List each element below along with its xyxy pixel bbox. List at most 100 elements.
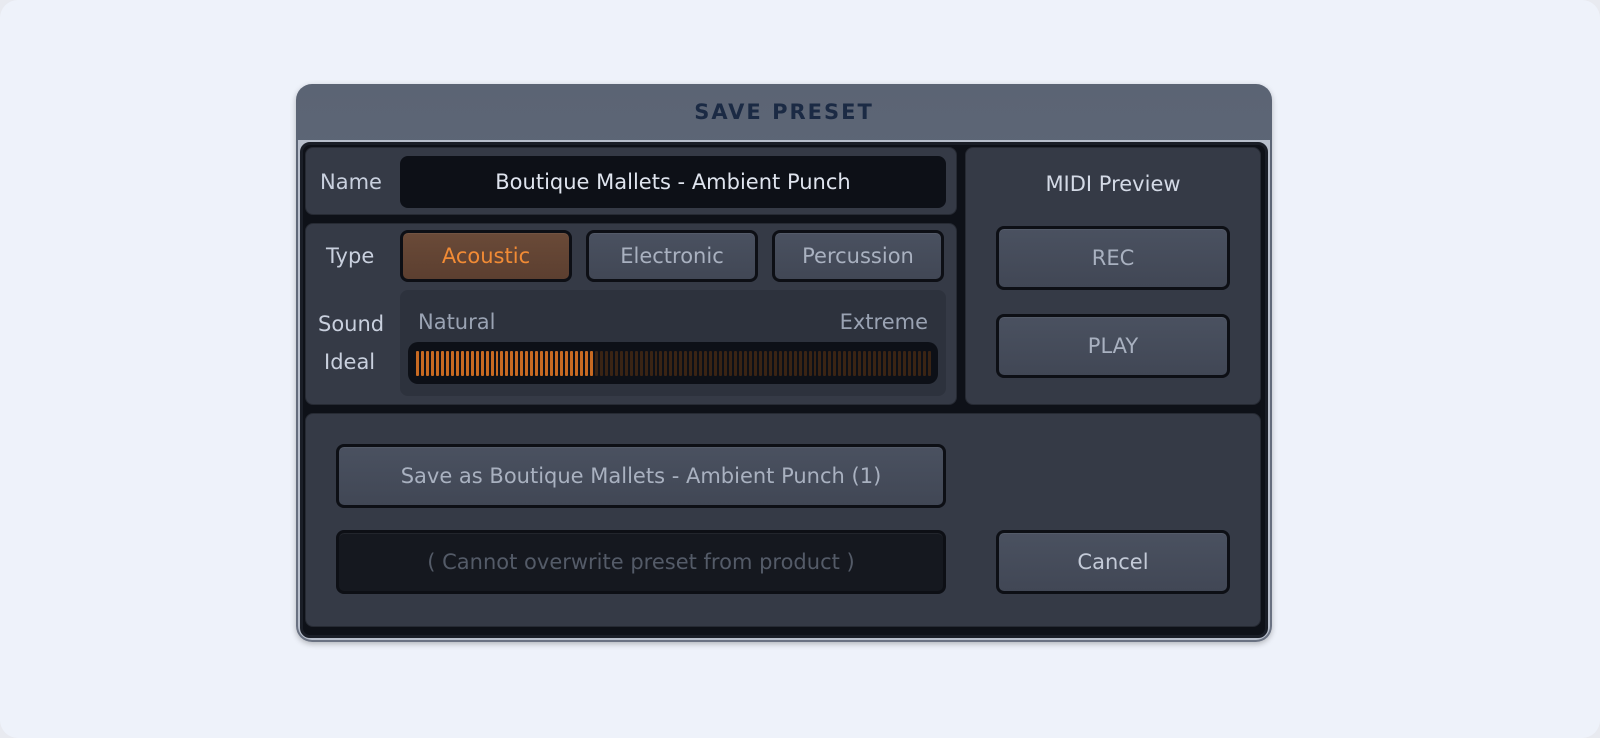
preset-name-field[interactable]: Boutique Mallets - Ambient Punch (400, 156, 946, 208)
meter-tick (485, 351, 489, 376)
meter-tick (674, 351, 678, 376)
meter-tick (425, 351, 429, 376)
meter-tick (917, 351, 921, 376)
meter-tick (589, 351, 593, 376)
meter-tick (634, 351, 638, 376)
meter-tick (878, 351, 882, 376)
meter-tick (450, 351, 454, 376)
meter-tick (599, 351, 603, 376)
meter-tick (823, 351, 827, 376)
meter-tick (714, 351, 718, 376)
meter-tick (649, 351, 653, 376)
meter-tick (763, 351, 767, 376)
meter-tick (709, 351, 713, 376)
meter-tick (927, 351, 931, 376)
sound-ideal-slider: Natural Extreme (400, 290, 946, 396)
meter-tick (818, 351, 822, 376)
play-button[interactable]: PLAY (996, 314, 1230, 378)
dialog-body: Name Boutique Mallets - Ambient Punch Ty… (300, 142, 1268, 638)
meter-tick (664, 351, 668, 376)
type-percussion-button[interactable]: Percussion (772, 230, 944, 282)
meter-tick (729, 351, 732, 376)
meter-tick (813, 351, 817, 376)
meter-tick (748, 351, 752, 376)
save-as-button[interactable]: Save as Boutique Mallets - Ambient Punch… (336, 444, 946, 508)
meter-tick (575, 351, 578, 376)
meter-tick (828, 351, 832, 376)
meter-tick (510, 351, 514, 376)
meter-tick (594, 351, 598, 376)
actions-panel: Save as Boutique Mallets - Ambient Punch… (305, 413, 1261, 627)
meter-tick (669, 351, 673, 376)
type-sound-panel: Type Acoustic Electronic Percussion Soun… (305, 223, 957, 405)
meter-tick (888, 351, 891, 376)
meter-tick (753, 351, 757, 376)
natural-label: Natural (418, 310, 496, 334)
meter-tick (614, 351, 618, 376)
type-label: Type (326, 244, 375, 268)
meter-tick (768, 351, 772, 376)
rec-button[interactable]: REC (996, 226, 1230, 290)
meter-tick (838, 351, 842, 376)
meter-tick (609, 351, 613, 376)
meter-tick (570, 351, 573, 376)
type-acoustic-button[interactable]: Acoustic (400, 230, 572, 282)
meter-tick (654, 351, 658, 376)
meter-tick (773, 351, 777, 376)
meter-tick (480, 351, 484, 376)
name-panel: Name Boutique Mallets - Ambient Punch (305, 147, 957, 215)
dialog-title: SAVE PRESET (694, 100, 874, 124)
meter-tick (460, 351, 464, 376)
meter-tick (793, 351, 797, 376)
meter-tick (758, 351, 762, 376)
meter-tick (873, 351, 877, 376)
meter-tick (644, 351, 648, 376)
meter-tick (440, 351, 444, 376)
meter-tick (897, 351, 901, 376)
meter-tick (808, 351, 812, 376)
meter-tick (689, 351, 693, 376)
meter-tick (475, 351, 479, 376)
meter-tick (848, 351, 852, 376)
meter-tick (863, 351, 867, 376)
meter-tick (803, 351, 807, 376)
meter-tick (699, 351, 703, 376)
meter-tick (495, 351, 499, 376)
meter-tick (530, 351, 534, 376)
meter-tick (500, 351, 504, 376)
meter-tick (704, 351, 708, 376)
meter-tick (505, 351, 509, 376)
meter-tick (560, 351, 564, 376)
meter-tick (550, 351, 554, 376)
meter-tick (853, 351, 857, 376)
meter-tick (624, 351, 628, 376)
cancel-button[interactable]: Cancel (996, 530, 1230, 594)
sound-ideal-label-line2: Ideal (324, 350, 376, 374)
meter-ticks (416, 351, 931, 376)
meter-tick (778, 351, 782, 376)
meter-tick (535, 351, 539, 376)
meter-tick (430, 351, 434, 376)
meter-tick (619, 351, 623, 376)
type-electronic-button[interactable]: Electronic (586, 230, 758, 282)
meter-tick (604, 351, 608, 376)
overwrite-button: ( Cannot overwrite preset from product ) (336, 530, 946, 594)
meter-tick (719, 351, 723, 376)
meter-tick (843, 351, 847, 376)
meter-tick (783, 351, 787, 376)
midi-preview-title: MIDI Preview (1045, 172, 1181, 196)
meter-tick (445, 351, 449, 376)
meter-tick (465, 351, 469, 376)
sound-ideal-meter[interactable] (408, 342, 938, 384)
meter-tick (584, 351, 588, 376)
meter-tick (738, 351, 742, 376)
meter-tick (912, 351, 916, 376)
meter-tick (420, 351, 424, 376)
meter-tick (798, 351, 802, 376)
meter-tick (579, 351, 583, 376)
meter-tick (902, 351, 906, 376)
meter-tick (694, 351, 698, 376)
meter-tick (659, 351, 663, 376)
meter-tick (555, 351, 559, 376)
meter-tick (922, 351, 926, 376)
